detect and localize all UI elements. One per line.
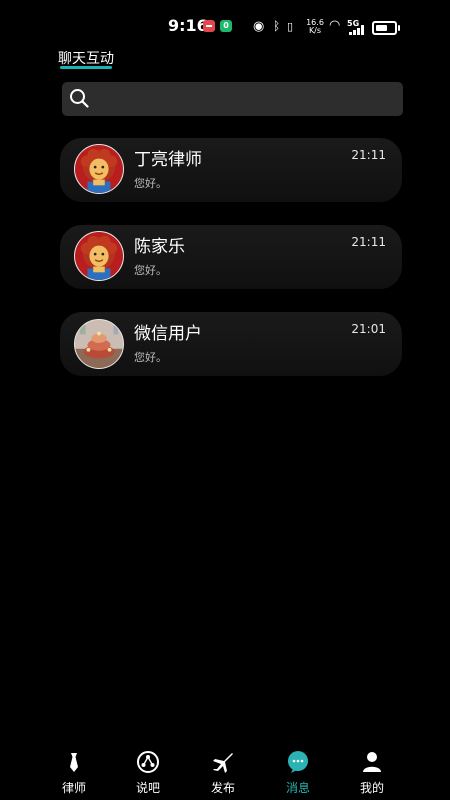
search-bar[interactable] xyxy=(62,82,403,116)
wifi-icon: ◠ xyxy=(329,18,341,33)
title-underline xyxy=(60,66,112,69)
chat-preview: 您好。 xyxy=(134,264,167,277)
nav-item-talk[interactable]: 说吧 xyxy=(118,746,178,800)
status-time: 9:16 xyxy=(168,16,208,35)
nav-item-lawyer[interactable]: 律师 xyxy=(44,746,104,800)
chat-item-ding-liang[interactable]: 丁亮律师 21:11 您好。 xyxy=(60,138,402,202)
network-speed: 16.6 K/s xyxy=(306,19,324,35)
photo-avatar-icon xyxy=(75,320,123,368)
tie-icon[interactable] xyxy=(62,750,86,774)
screen: 9:16 0 ◉ ᛒ ▯ 16.6 K/s ◠ 5G 聊天互动 丁亮律师 21:… xyxy=(4,0,446,800)
notification-count-badge: 0 xyxy=(220,20,232,32)
bottom-nav: 律师 说吧 发布 消息 我的 xyxy=(4,746,450,800)
contact-name: 陈家乐 xyxy=(134,237,185,257)
nav-item-publish[interactable]: 发布 xyxy=(193,746,253,800)
user-icon[interactable] xyxy=(360,750,384,774)
contact-name: 微信用户 xyxy=(134,324,202,344)
nav-label: 发布 xyxy=(210,781,235,795)
contact-name: 丁亮律师 xyxy=(134,150,202,170)
signal-icon xyxy=(349,25,365,35)
avatar[interactable] xyxy=(74,231,124,281)
app-notification-icon xyxy=(203,20,215,32)
battery-icon xyxy=(372,21,400,35)
nav-label: 我的 xyxy=(359,781,384,795)
chat-time: 21:11 xyxy=(351,235,386,249)
nav-item-messages[interactable]: 消息 xyxy=(268,746,328,800)
network-speed-unit: K/s xyxy=(308,26,322,35)
search-icon[interactable] xyxy=(69,88,89,108)
chat-preview: 您好。 xyxy=(134,177,167,190)
chat-item-wechat-user[interactable]: 微信用户 21:01 您好。 xyxy=(60,312,402,376)
share-icon[interactable] xyxy=(136,750,160,774)
status-bar: 9:16 0 ◉ ᛒ ▯ 16.6 K/s ◠ 5G xyxy=(4,16,450,40)
nav-label: 说吧 xyxy=(135,781,160,795)
page-title: 聊天互动 xyxy=(58,51,114,67)
chat-preview: 您好。 xyxy=(134,351,167,364)
nav-item-me[interactable]: 我的 xyxy=(342,746,402,800)
plane-icon[interactable] xyxy=(211,750,235,774)
chat-time: 21:01 xyxy=(351,322,386,336)
vibrate-icon: ▯ xyxy=(287,20,294,33)
chat-item-chen-jiale[interactable]: 陈家乐 21:11 您好。 xyxy=(60,225,402,289)
nav-label: 消息 xyxy=(285,781,310,795)
avatar[interactable] xyxy=(74,319,124,369)
cartoon-avatar-icon xyxy=(75,232,123,280)
chat-time: 21:11 xyxy=(351,148,386,162)
nav-label: 律师 xyxy=(61,781,86,795)
battery-level xyxy=(376,25,387,31)
chat-bubble-icon[interactable] xyxy=(286,750,310,774)
bluetooth-icon: ᛒ xyxy=(273,19,281,33)
avatar[interactable] xyxy=(74,144,124,194)
eye-icon: ◉ xyxy=(253,19,265,34)
cartoon-avatar-icon xyxy=(75,145,123,193)
